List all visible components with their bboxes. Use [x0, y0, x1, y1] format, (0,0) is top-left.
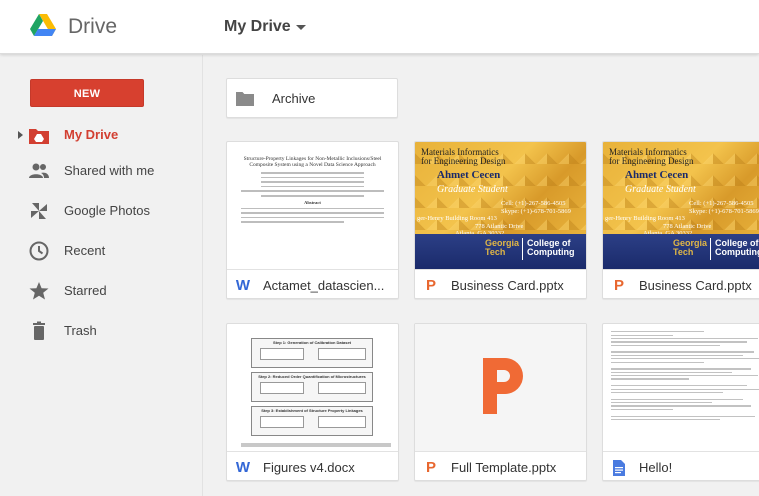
file-name: Actamet_datascien... — [263, 278, 385, 293]
file-card-business-card-1[interactable]: Materials Informatics for Engineering De… — [414, 141, 587, 299]
powerpoint-large-icon — [482, 358, 523, 414]
sidebar-item-label: Trash — [64, 323, 97, 338]
text-line — [611, 341, 748, 343]
text-line — [611, 388, 759, 390]
file-name: Figures v4.docx — [263, 460, 355, 475]
sidebar-item-label: Google Photos — [64, 203, 151, 218]
text-line — [611, 391, 723, 394]
georgia-tech-logo: Georgia Tech — [485, 238, 520, 257]
text-line — [611, 351, 754, 353]
sidebar-item-recent[interactable]: Recent — [0, 234, 203, 268]
college-of-computing-label: College of Computing — [527, 238, 575, 257]
paper-title: Structure-Property Linkages for Non-Meta… — [243, 156, 382, 168]
sidebar-item-label: My Drive — [64, 127, 119, 142]
sidebar-item-google-photos[interactable]: Google Photos — [0, 194, 203, 228]
file-thumbnail: Structure-Property Linkages for Non-Meta… — [227, 142, 398, 270]
new-button[interactable]: NEW — [30, 79, 144, 107]
sidebar-item-shared-with-me[interactable]: Shared with me — [0, 154, 203, 188]
text-line — [611, 337, 759, 340]
flowchart-figure: Step 1: Generation of Calibration Datase… — [251, 338, 373, 438]
file-thumbnail — [603, 324, 759, 452]
text-line — [611, 361, 704, 363]
folder-label: Archive — [272, 91, 316, 106]
drive-folder-icon — [29, 129, 49, 144]
text-line — [611, 371, 732, 373]
sidebar-item-label: Starred — [64, 283, 107, 298]
sidebar-item-trash[interactable]: Trash — [0, 314, 203, 348]
text-line — [611, 385, 748, 387]
main-content: Archive Structure-Property Linkages for … — [204, 55, 759, 496]
file-footer: W Actamet_datascien... — [227, 271, 398, 298]
file-thumbnail — [415, 324, 586, 452]
powerpoint-icon: P — [613, 277, 624, 294]
file-card-full-template[interactable]: P Full Template.pptx — [414, 323, 587, 481]
file-card-actamet[interactable]: Structure-Property Linkages for Non-Meta… — [226, 141, 399, 299]
word-icon: W — [235, 277, 251, 294]
text-line — [611, 408, 673, 410]
file-card-figures[interactable]: Step 1: Generation of Calibration Datase… — [226, 323, 399, 481]
text-line — [611, 418, 720, 421]
app-name[interactable]: Drive — [68, 15, 117, 39]
business-card-name: Ahmet Cecen — [437, 169, 501, 181]
sidebar-item-starred[interactable]: Starred — [0, 274, 203, 308]
sidebar-item-label: Recent — [64, 243, 106, 258]
business-card-role: Graduate Student — [437, 184, 508, 195]
text-line — [611, 334, 673, 336]
file-footer: Hello! — [603, 453, 759, 480]
document-icon — [613, 460, 625, 476]
expand-arrow-icon[interactable] — [18, 131, 23, 139]
paper-abstract-label: Abstract — [304, 199, 321, 205]
star-icon — [29, 282, 49, 300]
business-card-header: Materials Informatics for Engineering De… — [421, 147, 506, 166]
text-line — [611, 375, 759, 377]
file-name: Business Card.pptx — [451, 278, 564, 293]
sidebar-item-my-drive[interactable]: My Drive — [0, 118, 203, 152]
file-name: Business Card.pptx — [639, 278, 752, 293]
powerpoint-icon: P — [425, 459, 436, 476]
file-name: Full Template.pptx — [451, 460, 557, 475]
file-thumbnail: Step 1: Generation of Calibration Datase… — [227, 324, 398, 452]
top-bar: Drive My Drive — [0, 0, 759, 54]
file-thumbnail: Materials Informatics for Engineering De… — [603, 142, 759, 270]
powerpoint-icon: P — [425, 277, 436, 294]
text-line — [611, 344, 720, 346]
word-icon: W — [235, 459, 251, 476]
breadcrumb-my-drive[interactable]: My Drive — [224, 18, 291, 36]
text-line — [611, 378, 689, 380]
text-line — [611, 358, 759, 360]
file-card-business-card-2[interactable]: Materials Informatics for Engineering De… — [602, 141, 759, 299]
clock-icon — [29, 241, 49, 261]
text-line — [611, 398, 743, 400]
folder-icon — [236, 92, 254, 106]
business-card-info: Cell: (+1)-267-586-4505 Skype: (+1)-678-… — [417, 200, 571, 237]
pinwheel-icon — [31, 203, 47, 219]
file-card-hello[interactable]: Hello! — [602, 323, 759, 481]
file-footer: W Figures v4.docx — [227, 453, 398, 480]
text-line — [611, 405, 751, 407]
chevron-down-icon[interactable] — [296, 25, 306, 30]
folder-archive[interactable]: Archive — [226, 78, 398, 118]
file-thumbnail: Materials Informatics for Engineering De… — [415, 142, 586, 270]
trash-icon — [33, 321, 45, 340]
file-footer: P Business Card.pptx — [603, 271, 759, 298]
sidebar: NEW My Drive Shared with me Google Photo… — [0, 55, 203, 496]
people-icon — [29, 163, 49, 178]
text-line — [611, 402, 712, 404]
text-line — [611, 331, 704, 333]
file-footer: P Full Template.pptx — [415, 453, 586, 480]
text-line — [611, 368, 751, 370]
drive-logo-icon[interactable] — [30, 14, 56, 38]
file-footer: P Business Card.pptx — [415, 271, 586, 298]
text-line — [611, 415, 756, 417]
sidebar-item-label: Shared with me — [64, 163, 155, 178]
text-line — [611, 354, 743, 356]
file-name: Hello! — [639, 460, 673, 475]
